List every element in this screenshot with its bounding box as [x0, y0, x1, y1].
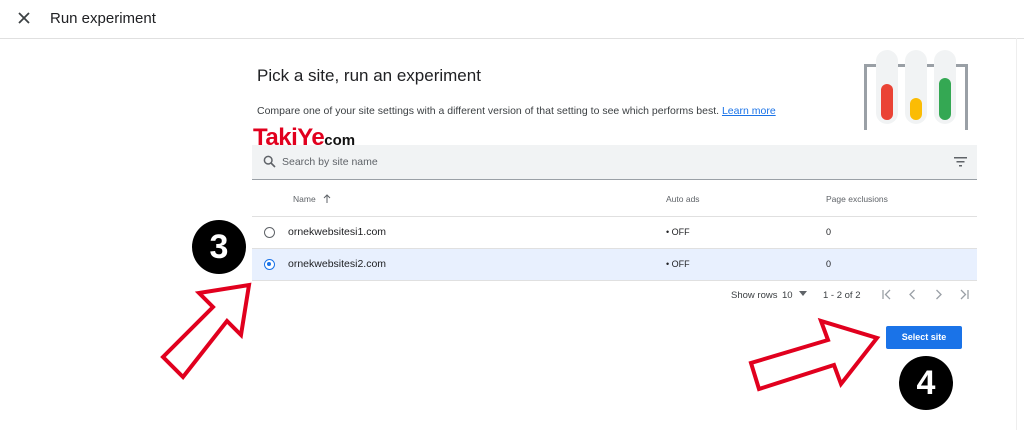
arrow-step4 [748, 317, 881, 392]
step-4-badge: 4 [899, 356, 953, 410]
arrow-step3 [160, 282, 252, 381]
step-3-badge: 3 [192, 220, 246, 274]
annotation-overlay [160, 282, 881, 392]
